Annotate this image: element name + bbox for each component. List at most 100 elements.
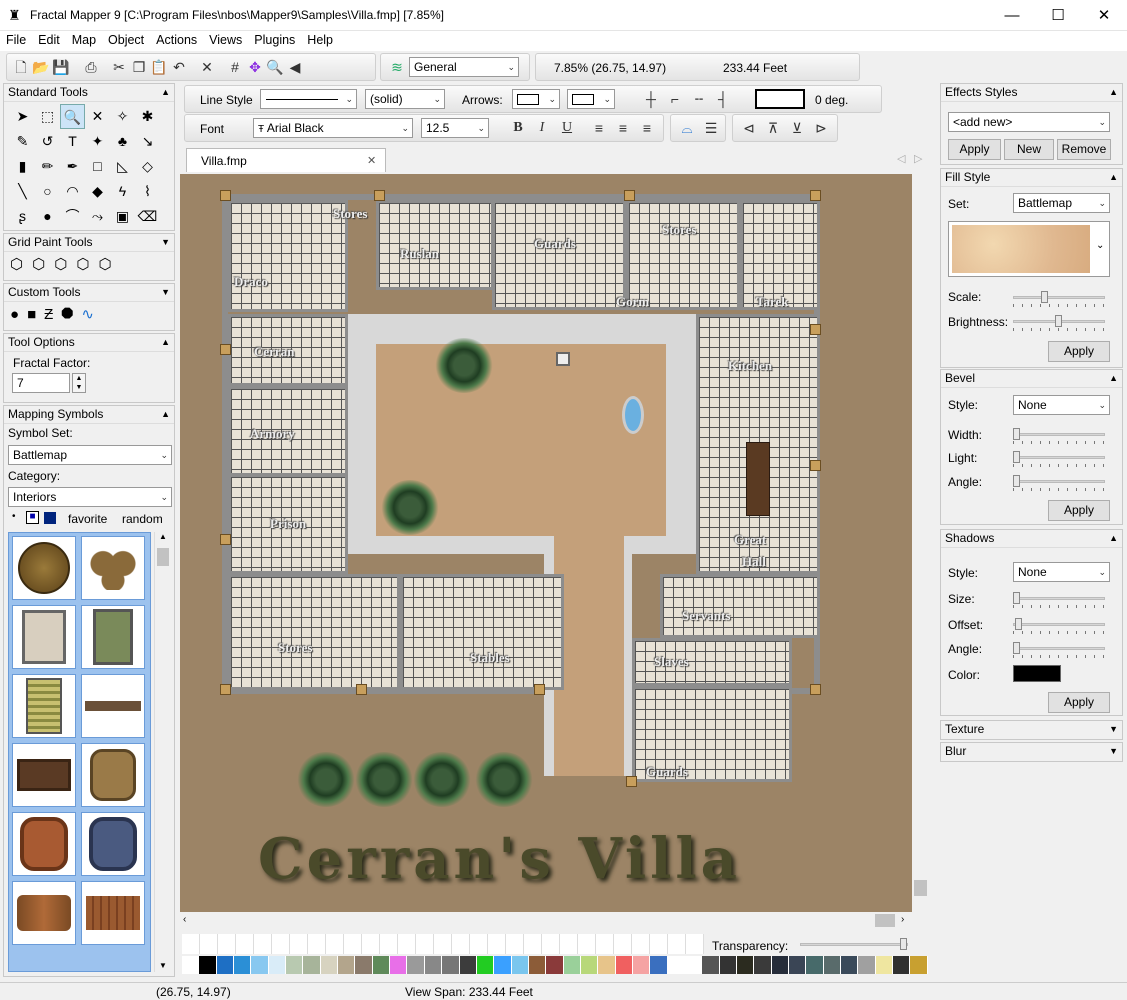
palette-swatch[interactable] xyxy=(407,956,425,974)
transparency-slider[interactable] xyxy=(800,938,908,952)
palette-swatch[interactable] xyxy=(910,956,928,974)
palette-swatch[interactable] xyxy=(789,956,807,974)
favorite-link[interactable]: favorite xyxy=(68,512,107,526)
bevel-width-slider[interactable] xyxy=(1013,428,1105,444)
palette-swatch[interactable] xyxy=(268,956,287,974)
symbol-bed-white[interactable] xyxy=(12,605,76,669)
symbol-set-select[interactable]: Battlemap ⌄ xyxy=(8,445,172,465)
fill-set-select[interactable]: Battlemap ⌄ xyxy=(1013,193,1110,213)
courtyard-plant[interactable] xyxy=(434,338,494,393)
move-icon[interactable]: ✥ xyxy=(245,57,265,77)
palette-swatch[interactable] xyxy=(546,956,564,974)
collapse-icon[interactable]: ▲ xyxy=(1109,370,1118,387)
palette-swatch[interactable] xyxy=(372,956,391,974)
symbol-plank[interactable] xyxy=(81,674,145,738)
palette-swatch[interactable] xyxy=(494,956,512,974)
chevron-down-icon[interactable]: ⌄ xyxy=(1096,240,1104,251)
palette-swatch[interactable] xyxy=(893,956,911,974)
stamp-icon[interactable]: ▣ xyxy=(110,204,135,229)
layer-select[interactable]: General ⌄ xyxy=(409,57,519,77)
text-curve-icon[interactable]: ⌓ xyxy=(677,118,697,138)
garden-plant[interactable] xyxy=(474,752,534,807)
palette-swatch[interactable] xyxy=(528,956,547,974)
align-center-icon[interactable]: ≡ xyxy=(613,118,633,138)
palette-swatch[interactable] xyxy=(216,956,235,974)
hex-cluster-icon[interactable]: ⬡ xyxy=(32,256,54,273)
bevel-apply-button[interactable]: Apply xyxy=(1048,500,1110,521)
palette-swatch[interactable] xyxy=(858,956,876,974)
palette-swatch[interactable] xyxy=(615,956,633,974)
palette-swatch[interactable] xyxy=(719,956,737,974)
menu-edit[interactable]: Edit xyxy=(32,31,66,49)
rotate-right-icon[interactable]: ⊳ xyxy=(811,118,831,138)
palette-swatch[interactable] xyxy=(251,956,269,974)
hex-x-icon[interactable]: ⬡ xyxy=(76,256,98,273)
new-style-button[interactable]: New xyxy=(1004,139,1054,160)
font-size-select[interactable]: 12.5 ⌄ xyxy=(421,118,489,138)
symbol-chair-wood[interactable] xyxy=(81,743,145,807)
room-stores-nw[interactable] xyxy=(228,200,348,312)
line-pattern-select[interactable]: (solid) ⌄ xyxy=(365,89,445,109)
layers-icon[interactable]: ≋ xyxy=(387,57,407,77)
room-ruslan[interactable] xyxy=(376,200,494,290)
grid-icon[interactable]: # xyxy=(225,57,245,77)
snap-dash-icon[interactable]: ╌ xyxy=(689,89,709,109)
circle-icon[interactable]: ○ xyxy=(35,179,60,204)
maximize-button[interactable]: ☐ xyxy=(1035,0,1081,31)
text-icon[interactable]: T xyxy=(60,129,85,154)
curve-icon[interactable]: ʂ xyxy=(10,204,35,229)
erase-icon[interactable]: ⌫ xyxy=(135,204,160,229)
palette-swatch[interactable] xyxy=(823,956,842,974)
bevel-angle-slider[interactable] xyxy=(1013,475,1105,491)
remove-style-button[interactable]: Remove xyxy=(1057,139,1111,160)
tab-villa[interactable]: Villa.fmp ✕ xyxy=(186,148,386,172)
symbol-armchair-blue[interactable] xyxy=(81,812,145,876)
pencil-icon[interactable]: ✏ xyxy=(35,154,60,179)
line-icon[interactable]: ╲ xyxy=(10,179,35,204)
palette-swatch[interactable] xyxy=(234,956,252,974)
bevel-style-select[interactable]: None ⌄ xyxy=(1013,395,1110,415)
recent-colors-strip[interactable] xyxy=(182,934,704,954)
snap-corner-icon[interactable]: ⌐ xyxy=(665,89,685,109)
paste-icon[interactable]: 📋 xyxy=(149,57,169,77)
menu-actions[interactable]: Actions xyxy=(150,31,203,49)
pointer-icon[interactable]: ➤ xyxy=(10,104,35,129)
octagon-tool-icon[interactable]: ⯃ xyxy=(61,306,81,323)
rotate-left-icon[interactable]: ⊲ xyxy=(739,118,759,138)
tab-close-icon[interactable]: ✕ xyxy=(367,154,376,167)
collapse-icon[interactable]: ▲ xyxy=(1109,169,1118,186)
zoom-tool-icon[interactable]: 🔍 xyxy=(60,104,85,129)
fractal-factor-input[interactable]: 7 xyxy=(12,373,70,393)
palette-swatch[interactable] xyxy=(338,956,356,974)
palette-swatch[interactable] xyxy=(303,956,321,974)
map-canvas[interactable]: Stores Ruslan Guards Stores Draco Gorm T… xyxy=(180,174,912,912)
shadow-angle-slider[interactable] xyxy=(1013,642,1105,658)
bevel-light-slider[interactable] xyxy=(1013,451,1105,467)
symbol-round-table[interactable] xyxy=(12,536,76,600)
palette-swatch[interactable] xyxy=(199,956,217,974)
scroll-thumb[interactable] xyxy=(157,548,169,566)
shadow-offset-slider[interactable] xyxy=(1013,618,1105,634)
polyline-icon[interactable]: ⌇ xyxy=(135,179,160,204)
palette-swatch[interactable] xyxy=(355,956,373,974)
scroll-right-icon[interactable]: › xyxy=(901,914,904,925)
menu-map[interactable]: Map xyxy=(66,31,102,49)
symbol-chest[interactable] xyxy=(12,743,76,807)
scroll-thumb[interactable] xyxy=(875,914,895,927)
symbol-barrels[interactable] xyxy=(81,536,145,600)
fractal-factor-spinner[interactable]: ▲ ▼ xyxy=(72,373,86,393)
palette-swatch[interactable] xyxy=(650,956,668,974)
random-link[interactable]: random xyxy=(122,512,163,526)
room-guards-north[interactable] xyxy=(492,200,626,310)
palette-swatch[interactable] xyxy=(476,956,495,974)
menu-file[interactable]: File xyxy=(0,31,32,49)
delete-icon[interactable]: ✕ xyxy=(197,57,217,77)
room-stables[interactable] xyxy=(400,574,564,690)
shadow-color-swatch[interactable] xyxy=(1013,665,1061,682)
undo-icon[interactable]: ↶ xyxy=(169,57,189,77)
symbol-bed-yellow[interactable] xyxy=(12,674,76,738)
shadow-style-select[interactable]: None ⌄ xyxy=(1013,562,1110,582)
scroll-up-icon[interactable]: ▲ xyxy=(159,532,167,541)
collapse-icon[interactable]: ▲ xyxy=(1109,530,1118,547)
palette-swatch[interactable] xyxy=(459,956,477,974)
